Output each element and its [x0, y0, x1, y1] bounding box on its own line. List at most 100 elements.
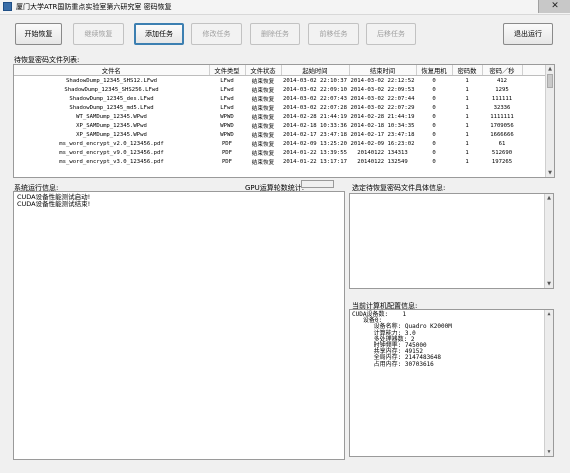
table-cell: 1 — [465, 158, 469, 165]
table-cell: ShadowDump_12345_SHS256.LFwd — [64, 86, 159, 93]
table-cell: 1 — [465, 77, 469, 84]
table-cell: 1 — [465, 140, 469, 147]
continue-recovery-button[interactable]: 继续恢复 — [73, 23, 124, 45]
table-row[interactable]: ms_word_encrypt_v9.0_123456.pdf PDF 结束恢复 20… — [14, 148, 546, 157]
table-cell: 1 — [465, 122, 469, 129]
compute-config-panel[interactable]: CUDA设备数: 1 设备0: 设备名称: Quadro K2000M 计算能力… — [349, 309, 554, 457]
delete-task-button[interactable]: 删除任务 — [250, 23, 300, 45]
column-header[interactable]: 文件状态 — [245, 65, 282, 76]
table-cell: 结束恢复 — [251, 96, 275, 103]
table-cell: 结束恢复 — [251, 87, 275, 94]
table-row[interactable]: ShadowDump_12345_SHS12.LFwd LFwd 结束恢复 2014-… — [14, 76, 546, 86]
column-header[interactable]: 密码数 — [452, 65, 483, 76]
table-row[interactable]: XP_SAMDump_12345.WPwd WPWD 结束恢复 2014-02-18 … — [14, 121, 546, 130]
table-cell: WPWD — [220, 131, 234, 138]
table-cell: 512690 — [491, 149, 513, 156]
table-cell: LFwd — [220, 95, 234, 102]
scroll-up-icon[interactable]: ▲ — [545, 194, 553, 202]
table-cell: 2014-03-02 22:09:53 — [350, 86, 415, 93]
column-header[interactable]: 起始时间 — [281, 65, 350, 76]
table-cell: 2014-02-09 13:25:20 — [283, 140, 347, 147]
table-cell: 2014-03-02 22:12:52 — [350, 77, 415, 84]
table-row[interactable]: ms_word_encrypt_v3.0_123456.pdf PDF 结束恢复 20… — [14, 157, 546, 166]
modify-task-button[interactable]: 修改任务 — [191, 23, 242, 45]
start-recovery-button[interactable]: 开始恢复 — [15, 23, 62, 45]
table-cell: ms_word_encrypt_v2.0_123456.pdf — [59, 140, 164, 147]
app-icon — [3, 2, 12, 11]
system-info-panel[interactable]: CUDA设备性能测试启动! CUDA设备性能测试结束! — [13, 191, 345, 460]
table-cell: 2014-02-17 23:47:18 — [350, 131, 415, 138]
scroll-down-icon[interactable]: ▼ — [546, 169, 554, 177]
file-list-vertical-scrollbar[interactable]: ▲ ▼ — [545, 65, 554, 177]
close-button[interactable]: ✕ — [538, 0, 570, 13]
table-cell: 1 — [465, 113, 469, 120]
table-row[interactable]: WT_SAMDump_12345.WPwd WPWD 结束恢复 2014-02-28 … — [14, 112, 546, 121]
move-task-forward-button[interactable]: 前移任务 — [308, 23, 359, 45]
table-cell: 0 — [432, 104, 436, 111]
table-cell: 1 — [465, 149, 469, 156]
table-cell: 2014-02-28 21:44:19 — [283, 113, 347, 120]
scroll-up-icon[interactable]: ▲ — [545, 310, 553, 318]
file-list-table: 文件名 文件类型 文件状态 起始时间 结束时间 恢复用机 密码数 密码／秒 ShadowDum… — [13, 64, 555, 178]
scroll-down-icon[interactable]: ▼ — [545, 280, 553, 288]
table-cell: 2014-02-18 10:33:36 — [283, 122, 347, 129]
table-cell: 2014-03-02 22:07:29 — [350, 104, 415, 111]
column-header[interactable]: 文件类型 — [209, 65, 246, 76]
table-cell: 2014-02-18 10:34:35 — [350, 122, 415, 129]
compute-config-text: CUDA设备数: 1 设备0: 设备名称: Quadro K2000M 计算能力… — [352, 311, 551, 368]
table-cell: 结束恢复 — [251, 78, 275, 85]
column-header[interactable]: 结束时间 — [349, 65, 417, 76]
table-cell: 0 — [432, 86, 436, 93]
selected-file-vertical-scrollbar[interactable]: ▲ ▼ — [544, 194, 553, 288]
table-cell: 2014-03-02 22:09:10 — [283, 86, 347, 93]
table-cell: 20140122 134313 — [357, 149, 408, 156]
table-cell: 0 — [432, 122, 436, 129]
table-cell: 32336 — [493, 104, 511, 111]
scroll-down-icon[interactable]: ▼ — [545, 448, 553, 456]
log-line: CUDA设备性能测试结束! — [17, 200, 91, 208]
gpu-stats-field — [301, 180, 334, 188]
table-cell: 1 — [465, 104, 469, 111]
table-cell: 2014-03-02 22:10:37 — [283, 77, 347, 84]
table-cell: 结束恢复 — [251, 141, 275, 148]
table-cell: 20140122 132549 — [357, 158, 408, 165]
table-row[interactable]: ShadowDump_12345_des.LFwd LFwd 结束恢复 2014-03… — [14, 94, 546, 103]
scroll-up-icon[interactable]: ▲ — [546, 65, 554, 73]
table-cell: WPWD — [220, 113, 234, 120]
table-cell: ms_word_encrypt_v9.0_123456.pdf — [59, 149, 164, 156]
table-cell: PDF — [221, 140, 233, 147]
table-cell: 111111 — [491, 95, 513, 102]
move-task-back-button[interactable]: 后移任务 — [366, 23, 416, 45]
selected-file-label: 选定待恢复密码文件具体信息: — [352, 184, 446, 192]
selected-file-info-panel[interactable]: ▲ ▼ — [349, 193, 554, 289]
column-header[interactable]: 密码／秒 — [482, 65, 523, 76]
table-cell: XP_SAMDump_12345.WPwd — [76, 122, 147, 129]
config-line: 占用内存: 30703616 — [352, 360, 434, 368]
add-task-button[interactable]: 添加任务 — [134, 23, 184, 45]
table-cell: 2014-01-22 13:17:17 — [283, 158, 347, 165]
table-cell: 0 — [432, 95, 436, 102]
table-cell: PDF — [221, 158, 233, 165]
table-row[interactable]: XP_SAMDump_12345.WPwd WPWD 结束恢复 2014-02-17 … — [14, 130, 546, 139]
compute-config-vertical-scrollbar[interactable]: ▲ ▼ — [544, 310, 553, 456]
scroll-thumb[interactable] — [547, 74, 553, 88]
table-cell: 0 — [432, 140, 436, 147]
table-row[interactable]: ms_word_encrypt_v2.0_123456.pdf PDF 结束恢复 20… — [14, 139, 546, 148]
table-row[interactable]: ShadowDump_12345_SHS256.LFwd LFwd 结束恢复 2014… — [14, 85, 546, 94]
title-bar: 厦门大学ATR国防重点实验室第六研究室 密码恢复 ✕ — [0, 0, 570, 15]
table-cell: 结束恢复 — [251, 132, 275, 139]
column-header[interactable]: 文件名 — [14, 65, 210, 76]
column-header[interactable]: 恢复用机 — [416, 65, 453, 76]
exit-button[interactable]: 退出运行 — [503, 23, 553, 45]
table-cell: 2014-02-17 23:47:18 — [283, 131, 347, 138]
table-cell: ms_word_encrypt_v3.0_123456.pdf — [59, 158, 164, 165]
table-cell: ShadowDump_12345_des.LFwd — [69, 95, 154, 102]
table-cell: 0 — [432, 149, 436, 156]
table-cell: 1 — [465, 86, 469, 93]
table-cell: 2014-03-02 22:07:28 — [283, 104, 347, 111]
table-cell: 1 — [465, 131, 469, 138]
table-cell: 结束恢复 — [251, 123, 275, 130]
table-cell: XP_SAMDump_12345.WPwd — [76, 131, 147, 138]
table-cell: LFwd — [220, 104, 234, 111]
table-row[interactable]: ShadowDump_12345_md5.LFwd LFwd 结束恢复 2014-03… — [14, 103, 546, 112]
